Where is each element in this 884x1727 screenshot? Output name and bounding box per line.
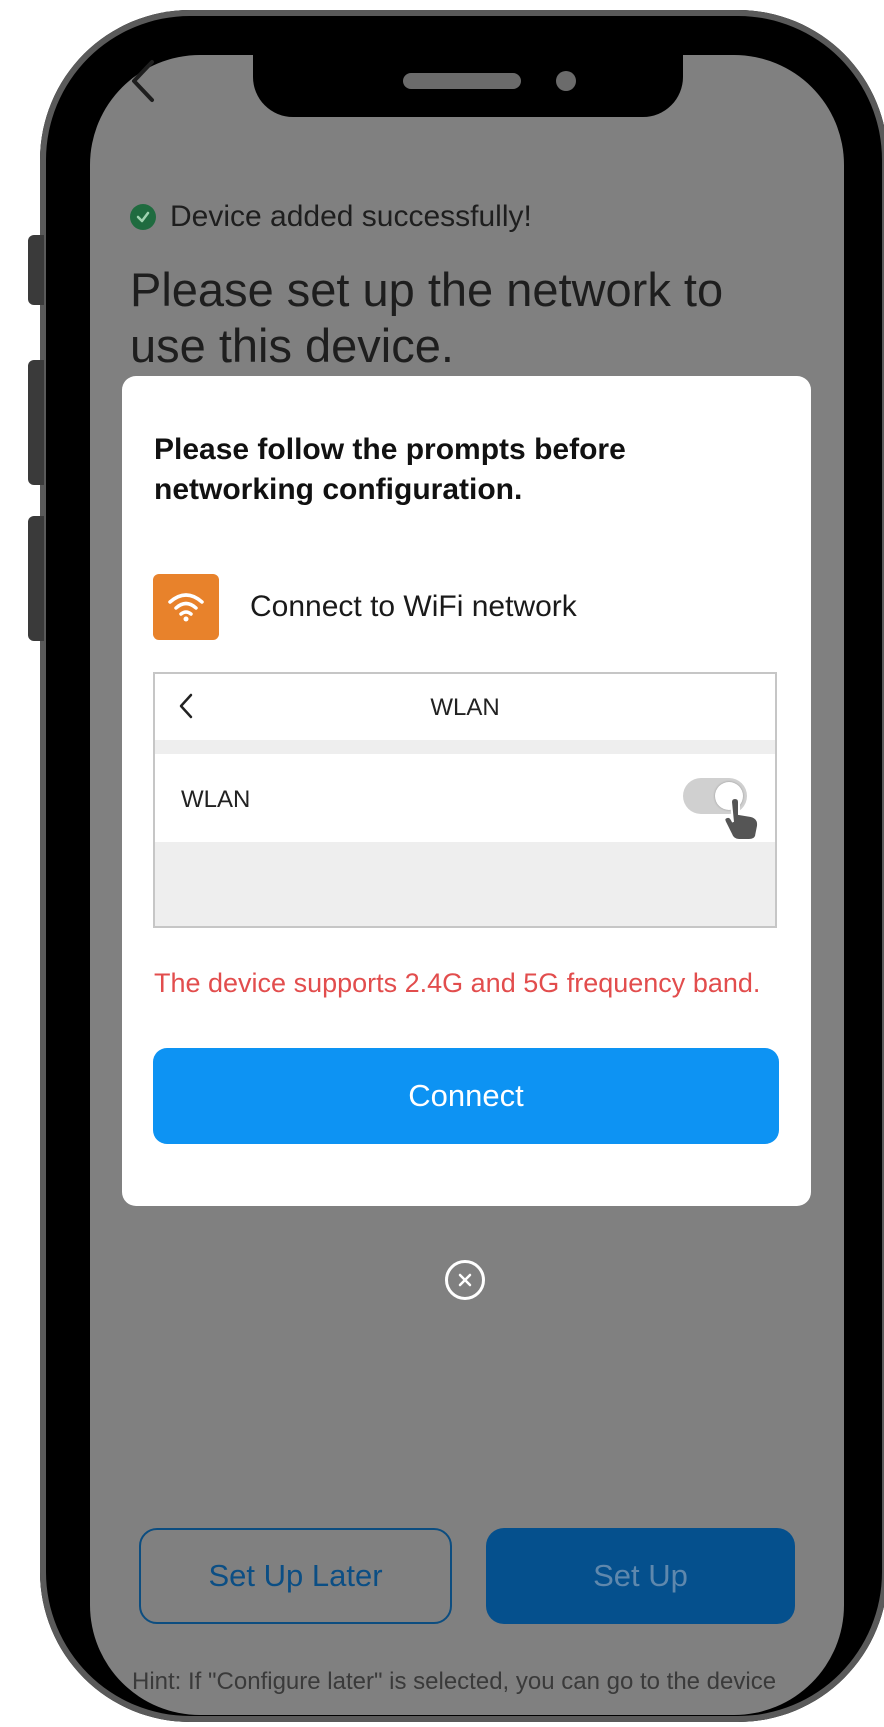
dialog-title: Please follow the prompts before network… (154, 433, 626, 506)
wlan-toggle-row: WLAN (155, 754, 775, 842)
chevron-left-icon (132, 60, 154, 102)
phone-notch (253, 55, 683, 117)
front-camera (556, 71, 576, 91)
illustration-header: WLAN (155, 674, 775, 740)
phone-side-button (28, 360, 44, 485)
set-up-later-button[interactable]: Set Up Later (139, 1528, 452, 1624)
hint-text: Hint: If "Configure later" is selected, … (132, 1668, 777, 1695)
wlan-row-label: WLAN (181, 786, 251, 813)
set-up-button[interactable]: Set Up (486, 1528, 795, 1624)
illustration-title: WLAN (430, 694, 500, 721)
back-button[interactable] (128, 58, 158, 109)
network-setup-dialog: Please follow the prompts before network… (122, 376, 811, 1206)
page-headline: Please set up the network to use this de… (130, 263, 724, 372)
frequency-notice: The device supports 2.4G and 5G frequenc… (154, 968, 761, 998)
wlan-settings-illustration: WLAN WLAN (153, 672, 777, 928)
close-dialog-button[interactable] (445, 1260, 485, 1300)
wifi-icon (153, 574, 219, 640)
success-status: Device added successfully! (130, 200, 532, 234)
connect-button[interactable]: Connect (153, 1048, 779, 1144)
phone-side-button (28, 235, 44, 305)
phone-side-button (28, 516, 44, 641)
speaker-grille (403, 73, 521, 89)
check-circle-icon (130, 204, 156, 230)
success-text: Device added successfully! (170, 200, 532, 233)
step-label: Connect to WiFi network (250, 590, 577, 623)
hand-pointer-icon (723, 796, 760, 841)
close-icon (458, 1273, 472, 1287)
